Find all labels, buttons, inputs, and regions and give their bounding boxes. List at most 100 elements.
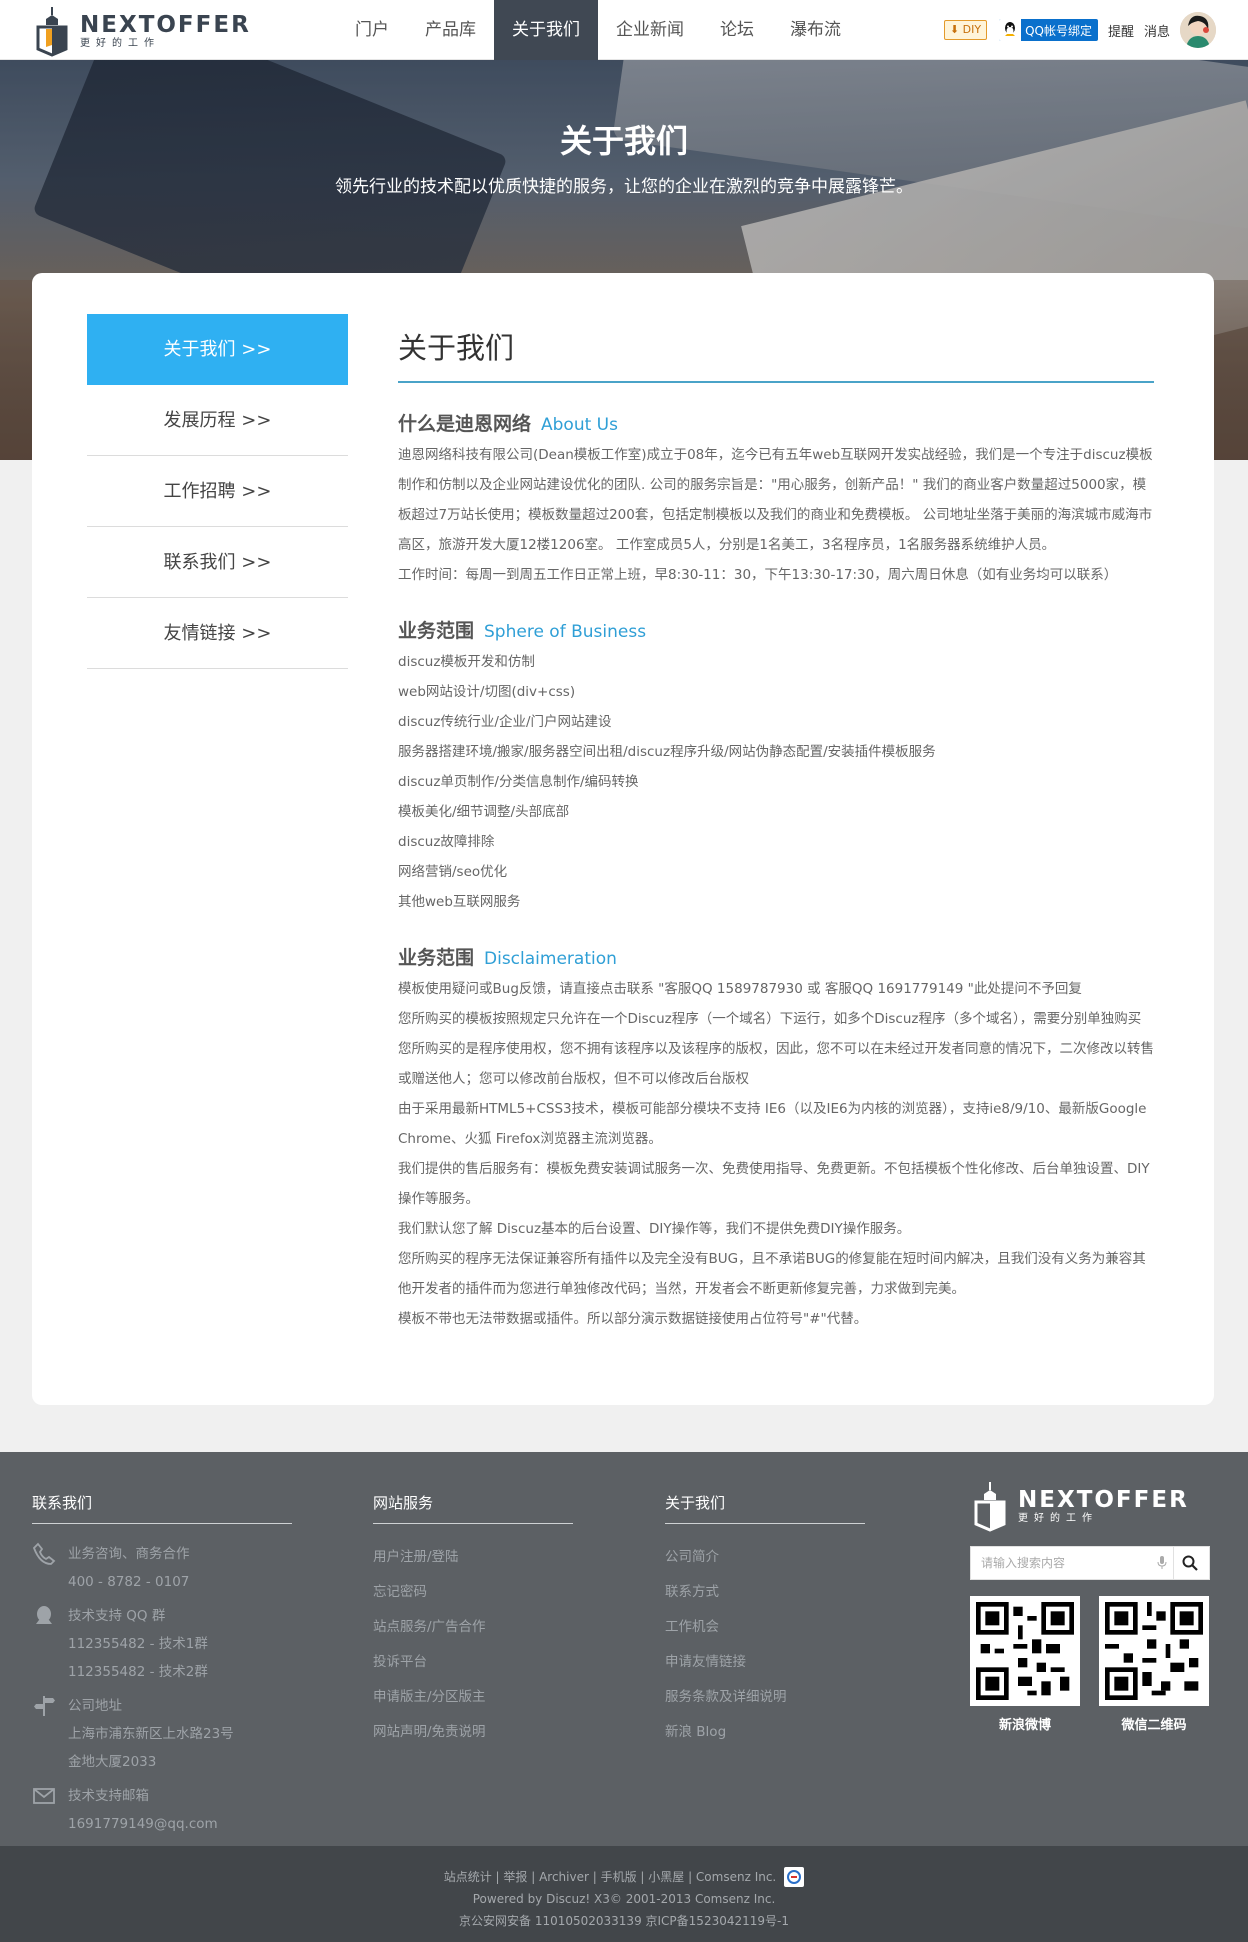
- contact-line: 业务咨询、商务合作: [68, 1546, 190, 1562]
- side-item-links[interactable]: 友情链接 >>: [87, 598, 348, 669]
- paragraph: 模板使用疑问或Bug反馈，请直接点击联系 "客服QQ 1589787930 或 …: [398, 981, 1082, 997]
- footer-logo-slogan: 更好的工作: [1018, 1512, 1098, 1524]
- microphone-icon[interactable]: [1151, 1556, 1173, 1570]
- contact-line: 上海市浦东新区上水路23号: [68, 1726, 234, 1742]
- qq-penguin-icon: [32, 1602, 68, 1686]
- site-footer: 联系我们 业务咨询、商务合作 400 - 8782 - 0107 技术支持 QQ…: [0, 1452, 1248, 1846]
- logo-name: NEXTOFFER: [80, 11, 251, 38]
- contact-line: 公司地址: [68, 1698, 122, 1714]
- section-title-cn: 什么是迪恩网络: [398, 413, 532, 435]
- nav-waterfall[interactable]: 瀑布流: [772, 0, 859, 60]
- paragraph: 我们提供的售后服务有：模板免费安装调试服务一次、免费使用指导、免费更新。不包括模…: [398, 1161, 1150, 1207]
- icp-record: 京公安网安备 11010502033139 京ICP备1523042119号-1: [459, 1914, 789, 1928]
- footer-logo-name: NEXTOFFER: [1018, 1486, 1189, 1513]
- contact-email-link[interactable]: 1691779149@qq.com: [68, 1810, 218, 1838]
- diy-button[interactable]: ⬇ DIY: [943, 20, 988, 40]
- section-title-en: Sphere of Business: [484, 622, 647, 642]
- paragraph: 您所购买的程序无法保证兼容所有插件以及完全没有BUG，且不承诺BUG的修复能在短…: [398, 1251, 1146, 1297]
- nav-about[interactable]: 关于我们: [494, 0, 598, 60]
- paragraph: 我们默认您了解 Discuz基本的后台设置、DIY操作等，我们不提供免费DIY操…: [398, 1221, 911, 1237]
- paragraph: 由于采用最新HTML5+CSS3技术，模板可能部分模块不支持 IE6（以及IE6…: [398, 1101, 1147, 1147]
- section-title-en: Disclaimeration: [484, 949, 617, 969]
- side-item-jobs[interactable]: 工作招聘 >>: [87, 456, 348, 527]
- list-item: web网站设计/切图(div+css): [398, 684, 576, 700]
- qr-weibo: 新浪微博: [970, 1596, 1080, 1733]
- footer-about-title: 关于我们: [665, 1492, 865, 1524]
- download-arrow-icon: ⬇: [949, 23, 960, 36]
- copyright-bar: 站点统计 | 举报 | Archiver | 手机版 | 小黑屋 | Comse…: [0, 1846, 1248, 1942]
- list-item: 服务器搭建环境/搬家/服务器空间出租/discuz程序升级/网站伪静态配置/安装…: [398, 744, 936, 760]
- site-logo[interactable]: NEXTOFFER 更好的工作: [32, 5, 251, 57]
- qr-label: 新浪微博: [998, 1718, 1051, 1733]
- side-item-about[interactable]: 关于我们 >>: [87, 314, 348, 385]
- section-body-about: 迪恩网络科技有限公司(Dean模板工作室)成立于08年，迄今已有五年web互联网…: [398, 440, 1154, 590]
- footer-contact-title: 联系我们: [32, 1492, 292, 1524]
- paragraph: 您所购买的是程序使用权，您不拥有该程序以及该程序的版权，因此，您不可以在未经过开…: [398, 1041, 1154, 1087]
- logo-tower-icon: [36, 7, 68, 57]
- contact-email: 技术支持邮箱 1691779149@qq.com: [32, 1782, 292, 1838]
- footer-link[interactable]: 公司简介: [665, 1540, 865, 1575]
- contact-line: 112355482 - 技术1群: [68, 1636, 208, 1652]
- message-link[interactable]: 消息: [1144, 21, 1170, 40]
- qr-code-image: [970, 1596, 1080, 1706]
- contact-qq: 技术支持 QQ 群 112355482 - 技术1群 112355482 - 技…: [32, 1602, 292, 1686]
- paragraph: 迪恩网络科技有限公司(Dean模板工作室)成立于08年，迄今已有五年web互联网…: [398, 447, 1153, 553]
- nav-products[interactable]: 产品库: [407, 0, 494, 60]
- page-title: 关于我们: [398, 313, 1154, 383]
- contact-line: 技术支持 QQ 群: [68, 1608, 166, 1624]
- copyright-links: 站点统计 | 举报 | Archiver | 手机版 | 小黑屋 | Comse…: [0, 1866, 1248, 1888]
- footer-link[interactable]: 服务条款及详细说明: [665, 1680, 865, 1715]
- copyright-links-text[interactable]: 站点统计 | 举报 | Archiver | 手机版 | 小黑屋 | Comse…: [444, 1866, 777, 1888]
- footer-link[interactable]: 投诉平台: [373, 1645, 573, 1680]
- search-button[interactable]: [1173, 1547, 1205, 1579]
- footer-link[interactable]: 用户注册/登陆: [373, 1540, 573, 1575]
- nav-portal[interactable]: 门户: [337, 0, 407, 60]
- footer-logo[interactable]: NEXTOFFER 更好的工作: [970, 1480, 1189, 1532]
- nav-news[interactable]: 企业新闻: [598, 0, 702, 60]
- footer-services-title: 网站服务: [373, 1492, 573, 1524]
- list-item: 其他web互联网服务: [398, 894, 521, 910]
- remind-link[interactable]: 提醒: [1108, 21, 1134, 40]
- qq-bind-button[interactable]: QQ帐号绑定: [999, 19, 1098, 41]
- list-item: 网络营销/seo优化: [398, 864, 508, 880]
- paragraph: 您所购买的模板按照规定只允许在一个Discuz程序（一个域名）下运行，如多个Di…: [398, 1011, 1142, 1027]
- search-icon: [1182, 1555, 1198, 1571]
- footer-link[interactable]: 新浪 Blog: [665, 1715, 865, 1750]
- section-body-disclaimer: 模板使用疑问或Bug反馈，请直接点击联系 "客服QQ 1589787930 或 …: [398, 974, 1154, 1334]
- list-item: 模板美化/细节调整/头部底部: [398, 804, 570, 820]
- search-input[interactable]: [971, 1547, 1151, 1579]
- powered-by: Powered by Discuz! X3© 2001-2013 Comsenz…: [472, 1892, 776, 1906]
- list-item: discuz单页制作/分类信息制作/编码转换: [398, 774, 639, 790]
- footer-link[interactable]: 联系方式: [665, 1575, 865, 1610]
- avatar[interactable]: [1180, 12, 1216, 48]
- logo-tower-icon: [974, 1482, 1006, 1532]
- phone-icon: [32, 1540, 68, 1596]
- logo-slogan: 更好的工作: [80, 37, 160, 49]
- hero-title: 关于我们: [559, 122, 688, 160]
- footer-link[interactable]: 忘记密码: [373, 1575, 573, 1610]
- section-title-en: About Us: [541, 415, 618, 435]
- mail-icon: [32, 1782, 68, 1838]
- main-nav: 门户 产品库 关于我们 企业新闻 论坛 瀑布流: [337, 0, 859, 60]
- qr-code-image: [1099, 1596, 1209, 1706]
- footer-search: [970, 1546, 1210, 1580]
- top-header: NEXTOFFER 更好的工作 门户 产品库 关于我们 企业新闻 论坛 瀑布流 …: [0, 0, 1248, 60]
- cnzz-stat-icon[interactable]: [784, 1867, 805, 1887]
- signpost-icon: [32, 1692, 68, 1776]
- section-title-cn: 业务范围: [398, 947, 475, 969]
- footer-link[interactable]: 工作机会: [665, 1610, 865, 1645]
- nav-forum[interactable]: 论坛: [702, 0, 772, 60]
- list-item: discuz故障排除: [398, 834, 495, 850]
- contact-line: 400 - 8782 - 0107: [68, 1574, 190, 1590]
- side-item-contact[interactable]: 联系我们 >>: [87, 527, 348, 598]
- footer-link[interactable]: 站点服务/广告合作: [373, 1610, 573, 1645]
- footer-about: 关于我们 公司简介 联系方式 工作机会 申请友情链接 服务条款及详细说明 新浪 …: [665, 1492, 865, 1750]
- side-item-history[interactable]: 发展历程 >>: [87, 385, 348, 456]
- footer-link[interactable]: 申请版主/分区版主: [373, 1680, 573, 1715]
- paragraph: 工作时间：每周一到周五工作日正常上班，早8:30-11：30，下午13:30-1…: [398, 567, 1118, 583]
- contact-phone: 业务咨询、商务合作 400 - 8782 - 0107: [32, 1540, 292, 1596]
- list-item: discuz传统行业/企业/门户网站建设: [398, 714, 612, 730]
- footer-link[interactable]: 申请友情链接: [665, 1645, 865, 1680]
- diy-label: DIY: [962, 23, 982, 36]
- footer-link[interactable]: 网站声明/免责说明: [373, 1715, 573, 1750]
